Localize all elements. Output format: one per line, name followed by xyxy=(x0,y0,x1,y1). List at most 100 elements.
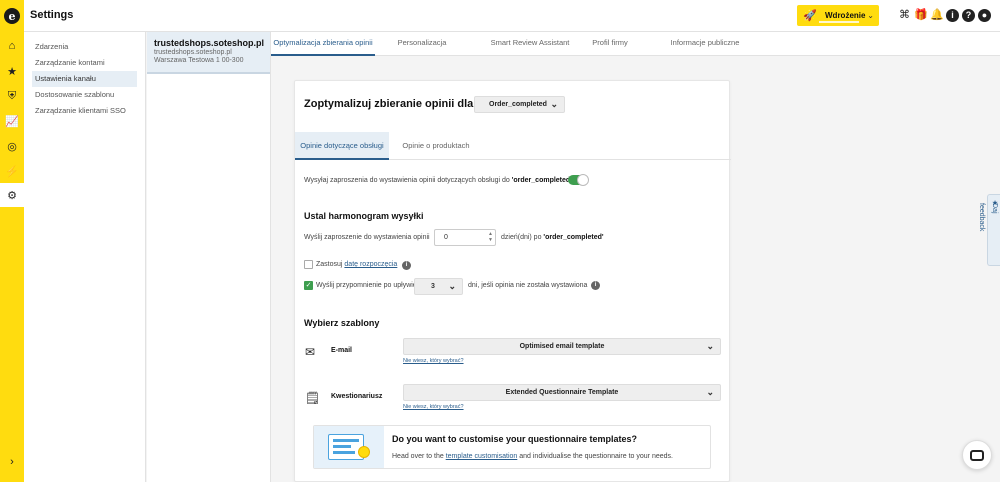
chevron-down-icon: ⌄ xyxy=(550,99,558,109)
event-select[interactable]: Order_completed ⌄ xyxy=(474,96,565,113)
environment-dropdown[interactable]: 🚀 Wdrożenie ⌄ xyxy=(797,5,879,26)
email-help-link[interactable]: Nie wiesz, który wybrać? xyxy=(403,358,464,364)
tab-company-profile[interactable]: Profil firmy xyxy=(583,32,637,56)
customise-promo: Do you want to customise your questionna… xyxy=(313,425,711,469)
tab-service-reviews[interactable]: Opinie dotyczące obsługi xyxy=(295,132,389,160)
start-date-link[interactable]: datę rozpoczęcia xyxy=(344,261,397,268)
days-input[interactable]: 0 ▲ ▼ xyxy=(434,229,496,246)
subnav-item-events[interactable]: Zdarzenia xyxy=(32,39,137,55)
star-icon[interactable]: ★ xyxy=(0,59,24,83)
expand-rail-icon[interactable]: › xyxy=(0,456,24,474)
top-icon-group: ⌘ 🎁 🔔 i ? ● xyxy=(898,9,991,22)
reminder-suffix: dni, jeśli opinia nie została wystawiona xyxy=(468,282,588,289)
questionnaire-label: Kwestionariusz xyxy=(331,393,383,400)
subnav-item-template[interactable]: Dostosowanie szablonu xyxy=(32,87,137,103)
bell-icon[interactable]: 🔔 xyxy=(930,9,944,22)
invite-text: Wysyłaj zaproszenia do wystawienia opini… xyxy=(304,177,512,184)
chat-button[interactable] xyxy=(962,440,992,470)
card-title: Zoptymalizuj zbieranie opinii dla: xyxy=(304,98,477,110)
subnav-item-accounts[interactable]: Zarządzanie kontami xyxy=(32,55,137,71)
send-label: Wyślij zaproszenie do wystawienia opinii xyxy=(304,234,430,241)
subnav-item-sso[interactable]: Zarządzanie klientami SSO xyxy=(32,103,137,119)
start-date-label: Zastosuj datę rozpoczęcia xyxy=(316,261,397,268)
tab-personalisation[interactable]: Personalizacja xyxy=(387,32,457,56)
promo-text: Head over to the xyxy=(392,453,446,460)
reminder-label: Wyślij przypomnienie po upływie xyxy=(316,282,417,289)
environment-underline xyxy=(819,21,859,23)
settings-tabs: Optymalizacja zbierania opinii Personali… xyxy=(271,32,1000,56)
tab-smart-review-assistant[interactable]: Smart Review Assistant xyxy=(475,32,585,56)
fingerprint-icon[interactable]: ⌘ xyxy=(898,9,911,22)
promo-body: Head over to the template customisation … xyxy=(392,453,673,460)
shop-name: trustedshops.soteshop.pl xyxy=(154,38,265,48)
plug-icon[interactable]: ⚡ xyxy=(0,159,24,183)
days-suffix-text: dzień(dni) po xyxy=(501,234,544,241)
app-logo[interactable]: e xyxy=(0,0,24,32)
top-bar: e Settings 🚀 Wdrożenie ⌄ ⌘ 🎁 🔔 i ? ● xyxy=(0,0,1000,32)
user-icon[interactable]: ● xyxy=(978,9,991,22)
coin-icon[interactable]: ◎ xyxy=(0,134,24,158)
questionnaire-illustration xyxy=(314,426,384,468)
days-suffix-event: 'order_completed' xyxy=(543,234,604,241)
templates-title: Wybierz szablony xyxy=(304,318,380,328)
info-icon[interactable]: i xyxy=(591,281,600,290)
home-icon[interactable]: ⌂ xyxy=(0,34,24,58)
help-icon[interactable]: ? xyxy=(962,9,975,22)
days-suffix: dzień(dni) po 'order_completed' xyxy=(501,234,604,241)
tab-review-optimisation[interactable]: Optymalizacja zbierania opinii xyxy=(271,32,375,56)
shop-address: Warszawa Testowa 1 00-300 xyxy=(154,57,244,64)
left-rail: ⌂ ★ ⛨ 📈 ◎ ⚡ ⚙ › xyxy=(0,32,24,482)
tab-public-info[interactable]: Informacje publiczne xyxy=(669,32,741,56)
promo-text: and individualise the questionnaire to y… xyxy=(517,453,673,460)
settings-subnav: Zdarzenia Zarządzanie kontami Ustawienia… xyxy=(24,32,146,482)
invite-toggle[interactable] xyxy=(568,174,589,186)
page-title: Settings xyxy=(30,9,74,21)
email-label: E-mail xyxy=(331,347,353,354)
start-date-checkbox[interactable] xyxy=(304,260,313,269)
gift-icon[interactable]: 🎁 xyxy=(914,9,928,22)
event-select-value: Order_completed xyxy=(489,101,547,108)
invite-toggle-label: Wysyłaj zaproszenia do wystawienia opini… xyxy=(304,177,572,184)
screen-line xyxy=(333,445,351,448)
chevron-down-icon: ⌄ xyxy=(706,387,714,397)
spinner-arrows-icon[interactable]: ▲ ▼ xyxy=(488,231,493,243)
questionnaire-template-value: Extended Questionnaire Template xyxy=(505,389,619,396)
chevron-down-icon: ⌄ xyxy=(448,281,456,291)
shop-domain: trustedshops.soteshop.pl xyxy=(154,49,232,56)
optimisation-card: Zoptymalizuj zbieranie opinii dla: Order… xyxy=(294,80,731,482)
environment-label: Wdrożenie xyxy=(825,11,866,20)
schedule-title: Ustal harmonogram wysyłki xyxy=(304,211,424,221)
logo-icon: e xyxy=(4,8,20,24)
gear-icon[interactable]: ⚙ xyxy=(0,183,24,207)
envelope-icon: ✉ xyxy=(305,345,316,359)
info-icon[interactable]: i xyxy=(946,9,959,22)
email-template-select[interactable]: Optimised email template ⌄ xyxy=(403,338,721,355)
screen-line xyxy=(333,439,359,442)
reminder-days-select[interactable]: 3 ⌄ xyxy=(414,278,463,295)
questionnaire-help-link[interactable]: Nie wiesz, który wybrać? xyxy=(403,404,464,410)
shield-icon[interactable]: ⛨ xyxy=(0,84,24,108)
reminder-checkbox[interactable]: ✓ xyxy=(304,281,313,290)
apply-text: Zastosuj xyxy=(316,261,345,268)
chevron-down-icon: ⌄ xyxy=(867,11,874,20)
feedback-label: ★ Daj feedback xyxy=(978,199,1000,231)
badge-shape xyxy=(358,446,370,458)
email-template-value: Optimised email template xyxy=(519,343,605,350)
info-icon[interactable]: i xyxy=(402,261,411,270)
toggle-knob xyxy=(577,174,589,186)
chat-icon xyxy=(970,449,984,461)
review-type-tabs: Opinie dotyczące obsługi Opinie o produk… xyxy=(295,132,731,160)
days-value: 0 xyxy=(444,234,448,241)
tab-product-reviews[interactable]: Opinie o produktach xyxy=(393,132,479,160)
chart-icon[interactable]: 📈 xyxy=(0,109,24,133)
rocket-icon: 🚀 xyxy=(803,10,817,22)
feedback-text: Daj feedback xyxy=(978,203,998,232)
questionnaire-template-select[interactable]: Extended Questionnaire Template ⌄ xyxy=(403,384,721,401)
subnav-item-channel-settings[interactable]: Ustawienia kanału xyxy=(32,71,137,87)
reminder-days-value: 3 xyxy=(431,283,435,290)
chevron-down-icon: ⌄ xyxy=(706,341,714,351)
shop-card[interactable]: trustedshops.soteshop.pl trustedshops.so… xyxy=(147,32,270,74)
screen-line xyxy=(333,451,355,454)
feedback-tab[interactable]: ★ Daj feedback xyxy=(978,194,1000,266)
template-customisation-link[interactable]: template customisation xyxy=(446,453,518,460)
